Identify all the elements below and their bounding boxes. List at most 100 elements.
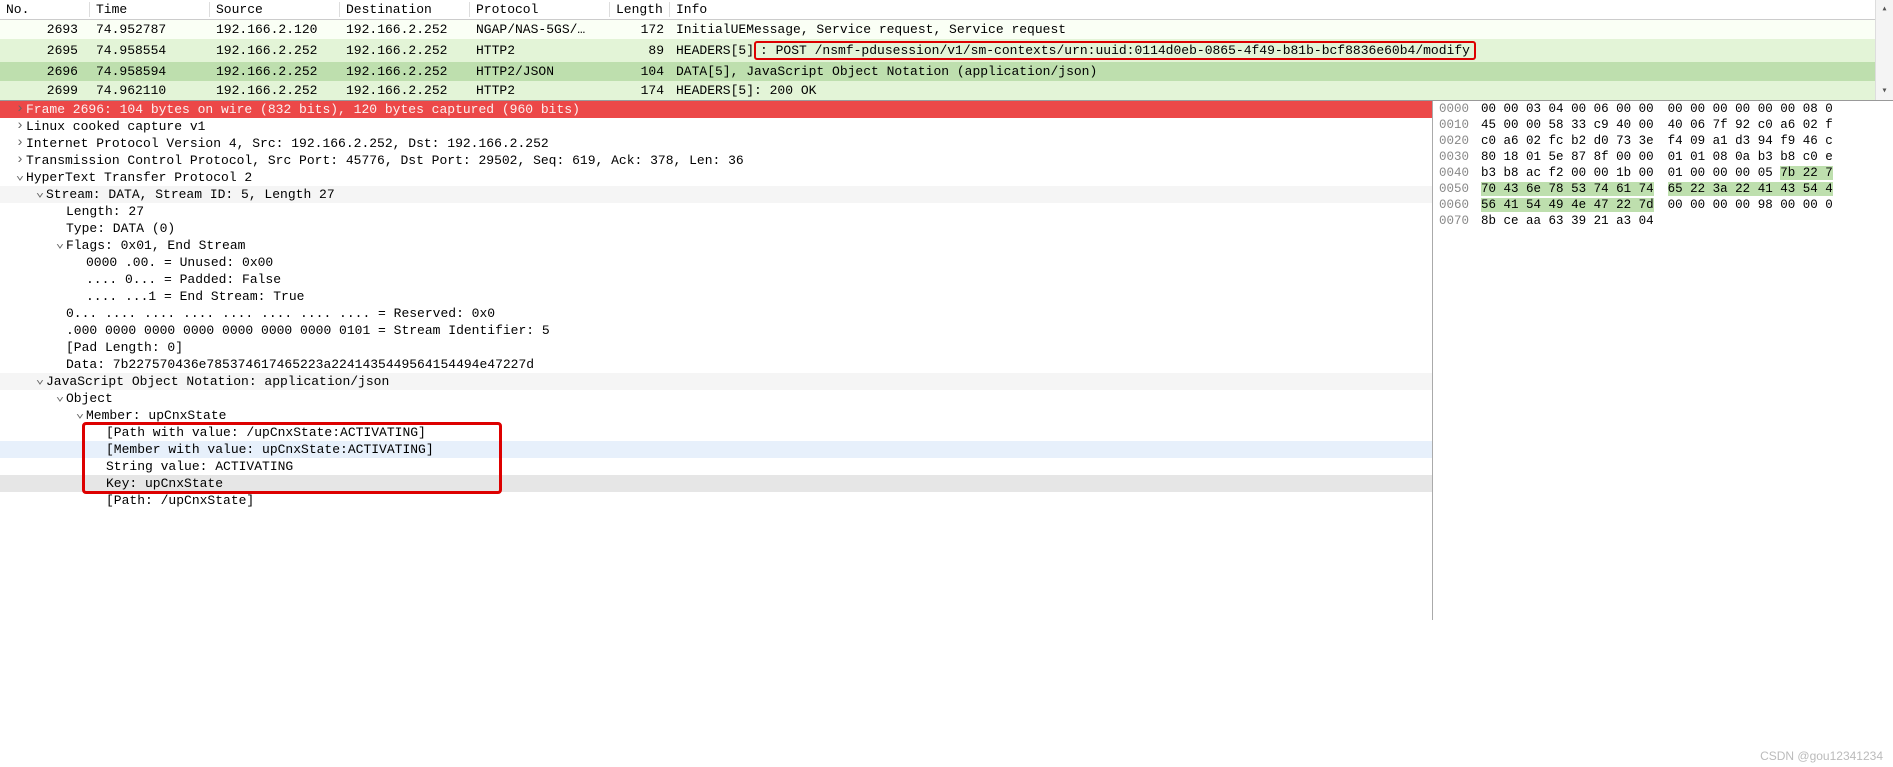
tree-node-pathv[interactable]: [Path with value: /upCnxState:ACTIVATING…	[0, 424, 1432, 441]
packet-cell: 192.166.2.252	[340, 81, 470, 100]
tree-node-key[interactable]: Key: upCnxState	[0, 475, 1432, 492]
packet-list-scrollbar[interactable]: ▴ ▾	[1875, 0, 1893, 100]
tree-node-json[interactable]: JavaScript Object Notation: application/…	[0, 373, 1432, 390]
tree-node-sid[interactable]: .000 0000 0000 0000 0000 0000 0000 0101 …	[0, 322, 1432, 339]
scroll-down-icon[interactable]: ▾	[1876, 82, 1893, 100]
hex-byte: 00	[1639, 102, 1654, 116]
tree-node-obj[interactable]: Object	[0, 390, 1432, 407]
hex-line[interactable]: 0040b3 b8 ac f2 00 00 1b 0001 00 00 00 0…	[1433, 165, 1893, 181]
packet-list-pane: No. Time Source Destination Protocol Len…	[0, 0, 1893, 100]
tree-node-f-end[interactable]: .... ...1 = End Stream: True	[0, 288, 1432, 305]
hex-byte: 06	[1690, 118, 1713, 132]
tree-node-sll[interactable]: Linux cooked capture v1	[0, 118, 1432, 135]
hex-line[interactable]: 005070 43 6e 78 53 74 61 7465 22 3a 22 4…	[1433, 181, 1893, 197]
packet-cell: 74.958594	[90, 62, 210, 81]
packet-list-header[interactable]: No. Time Source Destination Protocol Len…	[0, 0, 1893, 20]
hex-byte: 02	[1803, 118, 1826, 132]
tree-node-memberv[interactable]: [Member with value: upCnxState:ACTIVATIN…	[0, 441, 1432, 458]
col-header-proto[interactable]: Protocol	[470, 0, 610, 20]
hex-byte: 04	[1549, 102, 1572, 116]
col-header-info[interactable]: Info	[670, 0, 1893, 20]
col-header-no[interactable]: No.	[0, 0, 90, 20]
hex-byte: 65	[1668, 182, 1691, 196]
tree-node-http2[interactable]: HyperText Transfer Protocol 2	[0, 169, 1432, 186]
tree-node-stream[interactable]: Stream: DATA, Stream ID: 5, Length 27	[0, 186, 1432, 203]
hex-byte: 01	[1690, 150, 1713, 164]
packet-cell-info: HEADERS[5]: 200 OK	[670, 81, 1893, 100]
hex-byte: c	[1825, 134, 1833, 148]
packet-row[interactable]: 269974.962110192.166.2.252192.166.2.252H…	[0, 81, 1893, 100]
tree-spacer	[54, 359, 66, 371]
expand-right-icon[interactable]	[14, 121, 26, 133]
hex-byte: 00	[1571, 102, 1594, 116]
hex-byte: 47	[1594, 198, 1617, 212]
expand-right-icon[interactable]	[14, 138, 26, 150]
tree-node-f-padded[interactable]: .... 0... = Padded: False	[0, 271, 1432, 288]
hex-line[interactable]: 003080 18 01 5e 87 8f 00 0001 01 08 0a b…	[1433, 149, 1893, 165]
tree-node-flags[interactable]: Flags: 0x01, End Stream	[0, 237, 1432, 254]
hex-byte: c9	[1594, 118, 1617, 132]
tree-node-tcp[interactable]: Transmission Control Protocol, Src Port:…	[0, 152, 1432, 169]
hex-byte: 43	[1780, 182, 1803, 196]
packet-row[interactable]: 269674.958594192.166.2.252192.166.2.252H…	[0, 62, 1893, 81]
expand-down-icon[interactable]	[54, 240, 66, 252]
packet-cell: 192.166.2.252	[210, 39, 340, 62]
expand-down-icon[interactable]	[54, 393, 66, 405]
expand-right-icon[interactable]	[14, 104, 26, 116]
hex-byte: 49	[1549, 198, 1572, 212]
hex-byte: a6	[1780, 118, 1803, 132]
tree-node-data[interactable]: Data: 7b227570436e785374617465223a224143…	[0, 356, 1432, 373]
packet-list-table[interactable]: No. Time Source Destination Protocol Len…	[0, 0, 1893, 100]
expand-down-icon[interactable]	[14, 172, 26, 184]
packet-cell: 74.962110	[90, 81, 210, 100]
tree-node-type[interactable]: Type: DATA (0)	[0, 220, 1432, 237]
hex-byte: 00	[1735, 198, 1758, 212]
tree-node-f-unused[interactable]: 0000 .00. = Unused: 0x00	[0, 254, 1432, 271]
packet-cell: 192.166.2.252	[210, 62, 340, 81]
tree-node-label: Linux cooked capture v1	[26, 119, 205, 134]
hex-byte: 78	[1549, 182, 1572, 196]
tree-node-reserved[interactable]: 0... .... .... .... .... .... .... .... …	[0, 305, 1432, 322]
packet-bytes-pane[interactable]: 000000 00 03 04 00 06 00 0000 00 00 00 0…	[1433, 101, 1893, 620]
tree-node-label: Length: 27	[66, 204, 144, 219]
tree-node-path[interactable]: [Path: /upCnxState]	[0, 492, 1432, 509]
col-header-dst[interactable]: Destination	[340, 0, 470, 20]
hex-byte: 7b	[1780, 166, 1803, 180]
expand-down-icon[interactable]	[34, 376, 46, 388]
hex-line[interactable]: 00708b ce aa 63 39 21 a3 04	[1433, 213, 1893, 229]
hex-line[interactable]: 006056 41 54 49 4e 47 22 7d00 00 00 00 9…	[1433, 197, 1893, 213]
hex-byte: 00	[1690, 198, 1713, 212]
tree-node-ip[interactable]: Internet Protocol Version 4, Src: 192.16…	[0, 135, 1432, 152]
tree-node-len[interactable]: Length: 27	[0, 203, 1432, 220]
col-header-time[interactable]: Time	[90, 0, 210, 20]
hex-line[interactable]: 001045 00 00 58 33 c9 40 0040 06 7f 92 c…	[1433, 117, 1893, 133]
hex-gap	[1654, 102, 1668, 116]
hex-offset: 0060	[1439, 198, 1481, 212]
hex-byte: 74	[1639, 182, 1654, 196]
tree-node-strv[interactable]: String value: ACTIVATING	[0, 458, 1432, 475]
hex-byte: 00	[1780, 198, 1803, 212]
col-header-src[interactable]: Source	[210, 0, 340, 20]
hex-byte: b2	[1571, 134, 1594, 148]
tree-node-member[interactable]: Member: upCnxState	[0, 407, 1432, 424]
scroll-up-icon[interactable]: ▴	[1876, 0, 1893, 18]
tree-node-padlen[interactable]: [Pad Length: 0]	[0, 339, 1432, 356]
tree-node-label: 0... .... .... .... .... .... .... .... …	[66, 306, 495, 321]
expand-down-icon[interactable]	[74, 410, 86, 422]
expand-down-icon[interactable]	[34, 189, 46, 201]
packet-cell: 172	[610, 20, 670, 40]
packet-cell: 2695	[0, 39, 90, 62]
col-header-len[interactable]: Length	[610, 0, 670, 20]
packet-row[interactable]: 269374.952787192.166.2.120192.166.2.252N…	[0, 20, 1893, 40]
hex-byte: 00	[1504, 102, 1527, 116]
tree-node-frame[interactable]: Frame 2696: 104 bytes on wire (832 bits)…	[0, 101, 1432, 118]
hex-byte: 18	[1504, 150, 1527, 164]
packet-row[interactable]: 269574.958554192.166.2.252192.166.2.252H…	[0, 39, 1893, 62]
packet-details-pane[interactable]: Frame 2696: 104 bytes on wire (832 bits)…	[0, 101, 1433, 620]
hex-byte: fc	[1549, 134, 1572, 148]
expand-right-icon[interactable]	[14, 155, 26, 167]
hex-byte: 00	[1735, 166, 1758, 180]
hex-line[interactable]: 0020c0 a6 02 fc b2 d0 73 3ef4 09 a1 d3 9…	[1433, 133, 1893, 149]
hex-line[interactable]: 000000 00 03 04 00 06 00 0000 00 00 00 0…	[1433, 101, 1893, 117]
hex-byte: a6	[1504, 134, 1527, 148]
